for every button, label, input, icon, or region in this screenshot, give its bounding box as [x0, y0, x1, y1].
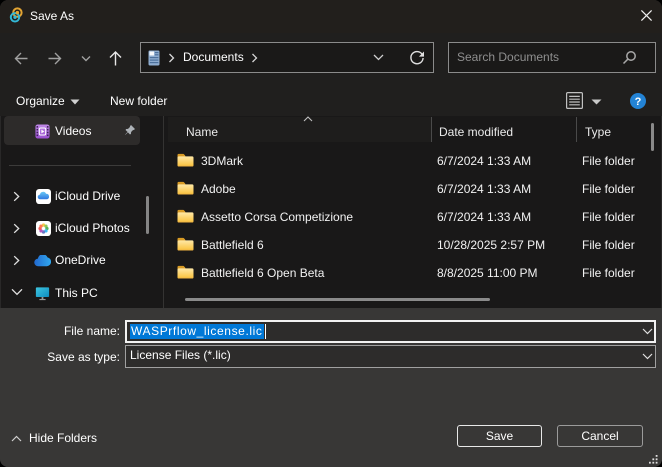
svg-text:?: ? [635, 96, 642, 108]
